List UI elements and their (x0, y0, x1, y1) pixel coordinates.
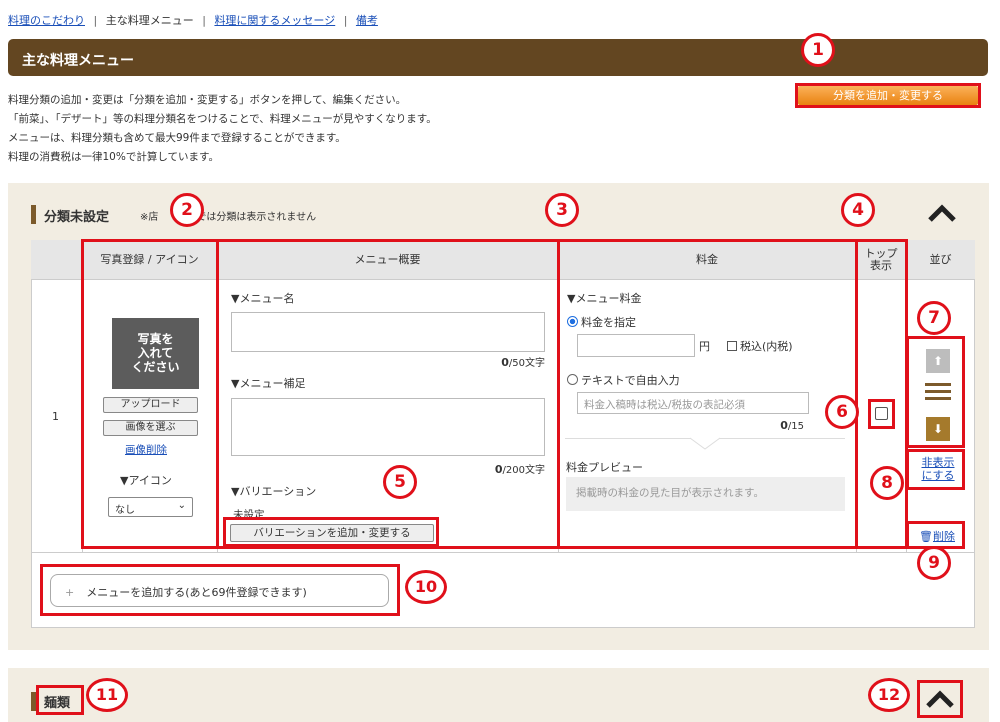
tax-included-label: 税込(内税) (740, 340, 793, 353)
annotation-box-top-display (855, 239, 908, 549)
menu-note-max: /200文字 (502, 465, 545, 476)
price-fixed-label: 料金を指定 (581, 316, 636, 329)
menu-note-input[interactable] (231, 398, 545, 456)
free-text-count: 0 (780, 419, 788, 432)
row-divider (31, 552, 975, 553)
icon-select[interactable]: なし ⌄ (108, 497, 193, 517)
tab-cuisine-commitment[interactable]: 料理のこだわり (8, 14, 85, 27)
annotation-badge: 8 (870, 466, 904, 500)
annotation-badge: 3 (545, 193, 579, 227)
tab-remarks[interactable]: 備考 (356, 14, 378, 27)
menu-name-label: ▼メニュー名 (231, 292, 295, 305)
drag-handle-line (925, 397, 951, 400)
tax-included-checkbox[interactable] (727, 341, 737, 351)
description-line: 料理分類の追加・変更は「分類を追加・変更する」ボタンを押して、編集ください。 (8, 94, 407, 106)
category-section-noodles (8, 668, 989, 722)
menu-note-counter: 0/200文字 (430, 461, 545, 476)
hide-link[interactable]: 非表示 にする (918, 456, 958, 482)
page-title: 主な料理メニュー (8, 39, 988, 76)
annotation-badge: 4 (841, 193, 875, 227)
header-order: 並び (929, 253, 952, 266)
annotation-badge: 9 (917, 546, 951, 580)
collapse-category-button[interactable] (924, 200, 960, 226)
add-category-button[interactable]: 分類を追加・変更する (795, 83, 981, 108)
delete-row-link[interactable]: 🗑削除 (919, 528, 955, 544)
delete-image-link[interactable]: 画像削除 (125, 442, 167, 457)
move-up-button[interactable]: ⬆ (926, 349, 950, 373)
photo-placeholder[interactable]: 写真を 入れて ください (112, 318, 199, 389)
trash-icon: 🗑 (919, 530, 933, 543)
menu-name-count: 0 (501, 356, 509, 369)
chevron-up-icon (928, 204, 956, 222)
price-label: ▼メニュー料金 (567, 292, 642, 305)
tab-separator: | (202, 14, 206, 27)
drag-handle-line (925, 383, 951, 386)
add-category-button-label: 分類を追加・変更する (798, 86, 978, 105)
annotation-box-category-title (36, 685, 84, 715)
free-text-radio[interactable] (567, 374, 578, 385)
chevron-down-icon: ⌄ (177, 500, 186, 511)
drag-handle[interactable] (925, 383, 951, 400)
tab-cuisine-message[interactable]: 料理に関するメッセージ (214, 14, 335, 27)
annotation-box-top-display-checkbox (868, 399, 895, 429)
annotation-box-variation (223, 517, 439, 547)
menu-note-label: ▼メニュー補足 (231, 377, 306, 390)
icon-label: ▼アイコン (120, 474, 172, 487)
price-input[interactable] (577, 334, 695, 357)
annotation-badge: 7 (917, 301, 951, 335)
annotation-box-overview (216, 239, 560, 549)
page-description: 料理分類の追加・変更は「分類を追加・変更する」ボタンを押して、編集ください。 「… (8, 91, 437, 167)
menu-name-input[interactable] (231, 312, 545, 352)
annotation-badge: 2 (170, 193, 204, 227)
free-text-input[interactable]: 料金入稿時は税込/税抜の表記必須 (577, 392, 809, 414)
drag-handle-line (925, 390, 951, 393)
arrow-down-icon: ⬇ (932, 422, 944, 436)
price-fixed-option[interactable]: 料金を指定 (567, 314, 636, 330)
description-line: メニューは、料理分類も含めて最大99件まで登録することができます。 (8, 132, 346, 144)
arrow-up-icon: ⬆ (932, 354, 944, 368)
move-down-button[interactable]: ⬇ (926, 417, 950, 441)
choose-image-button[interactable]: 画像を選ぶ (103, 420, 198, 436)
free-text-option[interactable]: テキストで自由入力 (567, 372, 680, 388)
upload-button[interactable]: アップロード (103, 397, 198, 413)
category-note-prefix: ※店 (140, 212, 159, 223)
annotation-badge: 1 (801, 33, 835, 67)
annotation-badge: 6 (825, 395, 859, 429)
caret-down-icon (690, 437, 720, 450)
annotation-badge: 10 (405, 570, 447, 604)
annotation-box-add-menu (40, 564, 400, 616)
variation-label: ▼バリエーション (231, 485, 317, 498)
free-text-label: テキストで自由入力 (581, 374, 680, 387)
icon-select-value: なし (115, 505, 135, 516)
tax-included-option[interactable]: 税込(内税) (727, 338, 793, 354)
tab-separator: | (343, 14, 348, 27)
annotation-badge: 11 (86, 678, 128, 712)
price-fixed-radio[interactable] (567, 316, 578, 327)
price-preview-label: 料金プレビュー (566, 461, 643, 474)
yen-label: 円 (699, 340, 710, 353)
tab-separator: | (93, 14, 98, 27)
category-marker (31, 205, 36, 224)
price-preview-box: 掲載時の料金の見た目が表示されます。 (566, 477, 845, 511)
free-text-max: /15 (787, 421, 804, 432)
free-text-counter: 0/15 (760, 419, 804, 432)
content-tabs: 料理のこだわり | 主な料理メニュー | 料理に関するメッセージ | 備考 (8, 12, 378, 28)
delete-link-label: 削除 (932, 530, 955, 543)
collapse-noodles-button[interactable] (922, 686, 958, 712)
category-note-suffix: では分類は表示されません (196, 212, 317, 223)
tab-main-menu: 主な料理メニュー (105, 14, 194, 27)
annotation-badge: 5 (383, 465, 417, 499)
category-title: 分類未設定 (44, 210, 110, 225)
chevron-up-icon (926, 690, 954, 708)
description-line: 「前菜」、「デザート」等の料理分類名をつけることで、料理メニューが見やすくなりま… (8, 113, 437, 125)
menu-note-count: 0 (494, 463, 503, 476)
category-note: ※店 では分類は表示されません (140, 208, 316, 223)
row-index: 1 (52, 410, 59, 423)
menu-name-counter: 0/50文字 (430, 354, 545, 369)
annotation-badge: 12 (868, 678, 910, 712)
description-line: 料理の消費税は一律10%で計算しています。 (8, 151, 219, 163)
menu-name-max: /50文字 (508, 358, 545, 369)
